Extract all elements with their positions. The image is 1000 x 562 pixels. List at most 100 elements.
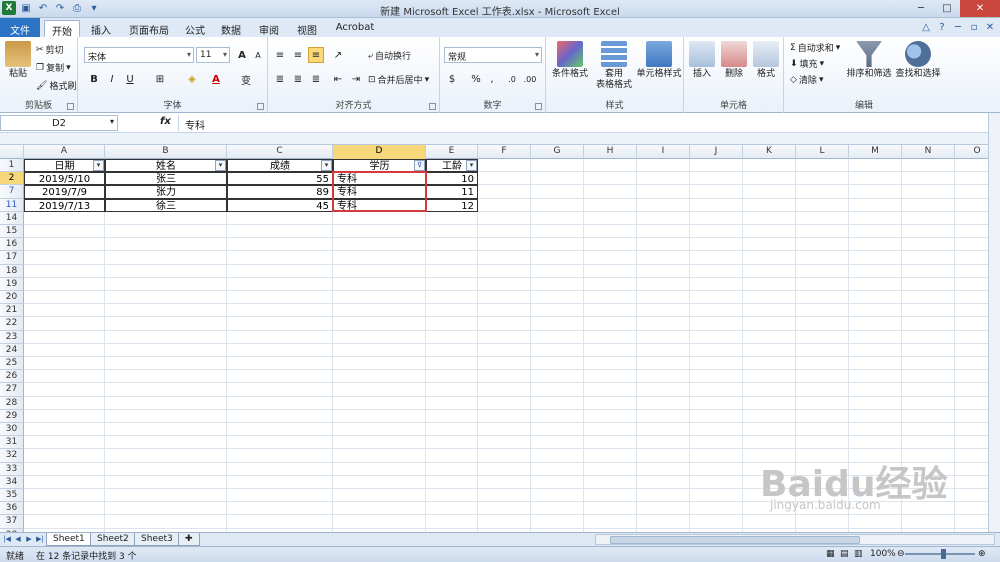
column-header-i[interactable]: I <box>637 145 690 159</box>
align-center-icon[interactable]: ≣ <box>290 71 306 87</box>
doc-close-icon[interactable]: ✕ <box>984 21 996 33</box>
vertical-scrollbar[interactable] <box>988 113 1000 532</box>
zoom-in-icon[interactable]: ⊕ <box>978 549 986 559</box>
orientation-icon[interactable]: ↗ <box>330 47 346 63</box>
table-cell[interactable]: 2019/7/13 <box>24 198 105 212</box>
row-header[interactable]: 26 <box>0 370 24 384</box>
find-select-button[interactable]: 查找和选择 <box>894 41 942 80</box>
page-layout-view-icon[interactable]: ▤ <box>840 549 849 559</box>
row-header[interactable]: 11 <box>0 198 24 212</box>
column-header-l[interactable]: L <box>796 145 849 159</box>
maximize-icon[interactable]: □ <box>934 0 960 17</box>
tab-file[interactable]: 文件 <box>0 18 40 37</box>
row-header[interactable]: 16 <box>0 238 24 252</box>
row-header[interactable]: 1 <box>0 159 24 173</box>
row-header[interactable]: 7 <box>0 185 24 199</box>
align-left-icon[interactable]: ≣ <box>272 71 288 87</box>
prev-sheet-icon[interactable]: ◀ <box>13 534 23 545</box>
row-header[interactable]: 28 <box>0 396 24 410</box>
row-header[interactable]: 34 <box>0 475 24 489</box>
zoom-out-icon[interactable]: ⊖ <box>897 549 905 559</box>
underline-button[interactable]: U <box>122 71 138 87</box>
filter-dropdown-icon[interactable]: ▾ <box>466 160 477 171</box>
table-header-cell[interactable]: 成绩 <box>227 159 333 173</box>
filter-dropdown-icon[interactable]: ▾ <box>93 160 104 171</box>
horizontal-scrollbar[interactable] <box>595 534 995 545</box>
table-cell[interactable]: 45 <box>227 198 333 212</box>
format-cells-button[interactable]: 格式 <box>752 41 780 80</box>
borders-icon[interactable]: ⊞ <box>152 71 168 87</box>
number-format-select[interactable]: 常规 <box>444 47 542 63</box>
insert-sheet-icon[interactable]: ✚ <box>178 533 200 546</box>
sheet-tab-2[interactable]: Sheet2 <box>90 533 136 546</box>
horizontal-scroll-thumb[interactable] <box>610 536 860 544</box>
alignment-launcher-icon[interactable] <box>429 103 436 110</box>
format-painter-button[interactable]: 🖌 格式刷 <box>36 79 76 93</box>
help-icon[interactable]: ? <box>936 21 948 33</box>
doc-restore-icon[interactable]: ▫ <box>968 21 980 33</box>
doc-minimize-icon[interactable]: ─ <box>952 21 964 33</box>
tab-home[interactable]: 开始 <box>44 20 80 38</box>
row-header[interactable]: 33 <box>0 462 24 476</box>
phonetic-button[interactable]: 变 <box>238 71 254 87</box>
name-box[interactable]: D2 <box>0 115 118 131</box>
row-header[interactable]: 24 <box>0 343 24 357</box>
autosum-button[interactable]: Σ 自动求和 ▾ <box>790 41 840 55</box>
tab-data[interactable]: 数据 <box>216 20 246 37</box>
row-header[interactable]: 21 <box>0 304 24 318</box>
column-header-j[interactable]: J <box>690 145 743 159</box>
row-header[interactable]: 17 <box>0 251 24 265</box>
number-launcher-icon[interactable] <box>535 103 542 110</box>
row-header[interactable]: 18 <box>0 264 24 278</box>
align-right-icon[interactable]: ≣ <box>308 71 324 87</box>
table-cell[interactable]: 10 <box>426 172 478 186</box>
wrap-text-button[interactable]: ⤶ 自动换行 <box>368 49 411 63</box>
tab-page-layout[interactable]: 页面布局 <box>124 20 174 37</box>
column-header-f[interactable]: F <box>478 145 531 159</box>
filter-active-icon[interactable]: ⊽ <box>414 160 425 171</box>
tab-insert[interactable]: 插入 <box>84 20 118 37</box>
row-header[interactable]: 37 <box>0 515 24 529</box>
comma-button[interactable]: , <box>484 71 500 87</box>
decrease-indent-icon[interactable]: ⇤ <box>330 71 346 87</box>
column-header-g[interactable]: G <box>531 145 584 159</box>
select-all-corner[interactable] <box>0 145 24 159</box>
table-cell[interactable]: 徐三 <box>105 198 227 212</box>
align-bottom-icon[interactable]: ≡ <box>308 47 324 63</box>
format-as-table-button[interactable]: 套用 表格格式 <box>592 41 636 91</box>
decrease-decimal-icon[interactable]: .00 <box>522 71 538 87</box>
table-cell[interactable]: 89 <box>227 185 333 199</box>
row-header[interactable]: 22 <box>0 317 24 331</box>
percent-button[interactable]: % <box>468 71 484 87</box>
zoom-level[interactable]: 100% <box>870 549 896 559</box>
column-header-c[interactable]: C <box>227 145 333 159</box>
formula-input[interactable]: 专科 <box>178 115 986 132</box>
first-sheet-icon[interactable]: |◀ <box>2 534 12 545</box>
table-header-cell[interactable]: 姓名 <box>105 159 227 173</box>
tab-formulas[interactable]: 公式 <box>180 20 210 37</box>
row-header[interactable]: 27 <box>0 383 24 397</box>
cell-styles-button[interactable]: 单元格样式 <box>636 41 682 80</box>
insert-cells-button[interactable]: 插入 <box>688 41 716 80</box>
zoom-slider-knob[interactable] <box>941 549 946 559</box>
tab-acrobat[interactable]: Acrobat <box>330 20 380 37</box>
increase-decimal-icon[interactable]: .0 <box>504 71 520 87</box>
minimize-icon[interactable]: ─ <box>908 0 934 17</box>
shrink-font-button[interactable]: A <box>250 47 266 63</box>
column-header-h[interactable]: H <box>584 145 637 159</box>
row-header[interactable]: 23 <box>0 330 24 344</box>
filter-dropdown-icon[interactable]: ▾ <box>215 160 226 171</box>
row-header[interactable]: 29 <box>0 409 24 423</box>
increase-indent-icon[interactable]: ⇥ <box>348 71 364 87</box>
column-header-d[interactable]: D <box>333 145 426 159</box>
page-break-view-icon[interactable]: ▥ <box>854 549 863 559</box>
clear-button[interactable]: ◇ 清除 ▾ <box>790 73 823 87</box>
cut-button[interactable]: ✂ 剪切 <box>36 43 64 57</box>
next-sheet-icon[interactable]: ▶ <box>24 534 34 545</box>
align-top-icon[interactable]: ≡ <box>272 47 288 63</box>
row-header[interactable]: 32 <box>0 449 24 463</box>
tab-view[interactable]: 视图 <box>292 20 322 37</box>
ribbon-minimize-icon[interactable]: △ <box>920 21 932 33</box>
sheet-tab-3[interactable]: Sheet3 <box>134 533 180 546</box>
row-header[interactable]: 14 <box>0 211 24 225</box>
